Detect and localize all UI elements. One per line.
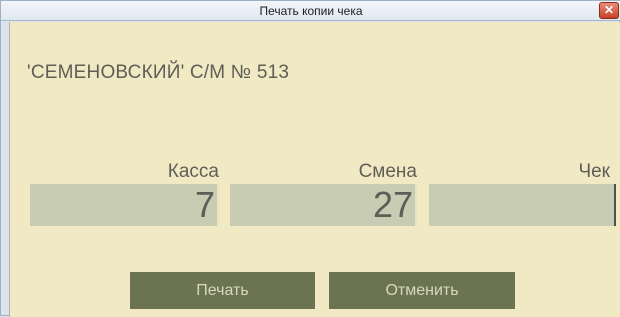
window-title: Печать копии чека (259, 4, 363, 18)
store-name: 'СЕМЕНОВСКИЙ' С/М № 513 (27, 62, 290, 83)
chek-field[interactable] (429, 184, 616, 226)
close-icon[interactable]: ✕ (599, 2, 619, 19)
chek-label: Чек (578, 161, 610, 182)
smena-field[interactable]: 27 (230, 184, 417, 226)
cancel-button[interactable]: Отменить (329, 272, 515, 309)
title-bar[interactable]: Печать копии чека ✕ (1, 1, 620, 21)
kassa-field[interactable]: 7 (30, 184, 219, 226)
dialog-window: Печать копии чека ✕ 'СЕМЕНОВСКИЙ' С/М № … (0, 0, 620, 317)
print-button[interactable]: Печать (130, 272, 315, 309)
smena-label: Смена (358, 161, 417, 182)
kassa-label: Касса (167, 161, 219, 182)
